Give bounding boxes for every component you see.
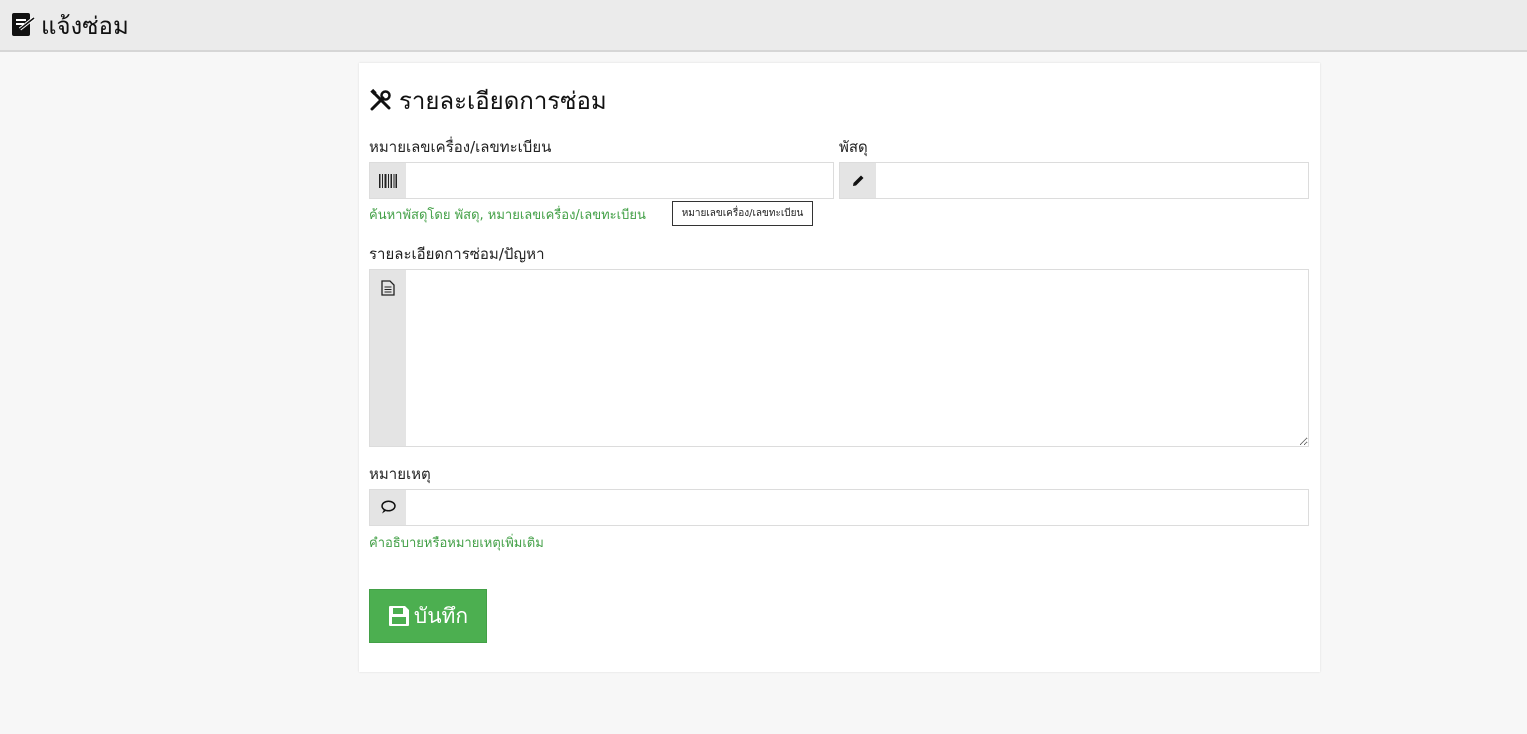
serial-field-group <box>369 162 834 199</box>
serial-input[interactable] <box>406 163 833 198</box>
note-help-text: คำอธิบายหรือหมายเหตุเพิ่มเติม <box>369 536 544 551</box>
item-field-group <box>839 162 1309 199</box>
floppy-disk-icon <box>388 605 410 627</box>
comment-icon <box>370 490 406 525</box>
top-bar: แจ้งซ่อม <box>0 0 1527 52</box>
save-button[interactable]: บันทึก <box>369 589 487 643</box>
form-heading: รายละเอียดการซ่อม <box>369 83 607 117</box>
note-input[interactable] <box>406 490 1308 525</box>
detail-textarea[interactable] <box>406 270 1308 446</box>
app-title: แจ้งซ่อม <box>41 11 129 40</box>
detail-field-group <box>369 269 1309 447</box>
barcode-icon <box>370 163 406 198</box>
serial-help-text: ค้นหาพัสดุโดย พัสดุ, หมายเลขเครื่อง/เลขท… <box>369 208 646 223</box>
item-input[interactable] <box>876 163 1308 198</box>
note-label: หมายเหตุ <box>369 465 431 483</box>
serial-tooltip: หมายเลขเครื่อง/เลขทะเบียน <box>672 201 813 226</box>
pencil-icon <box>840 163 876 198</box>
tools-icon <box>369 88 393 112</box>
form-heading-text: รายละเอียดการซ่อม <box>399 86 607 115</box>
repair-form-card: รายละเอียดการซ่อม หมายเลขเครื่อง/เลขทะเบ… <box>359 63 1320 672</box>
item-label: พัสดุ <box>839 138 868 156</box>
repair-document-icon <box>10 12 36 38</box>
note-field-group <box>369 489 1309 526</box>
save-button-label: บันทึก <box>413 603 469 628</box>
serial-label: หมายเลขเครื่อง/เลขทะเบียน <box>369 138 552 156</box>
document-icon <box>370 270 406 446</box>
detail-label: รายละเอียดการซ่อม/ปัญหา <box>369 245 545 263</box>
